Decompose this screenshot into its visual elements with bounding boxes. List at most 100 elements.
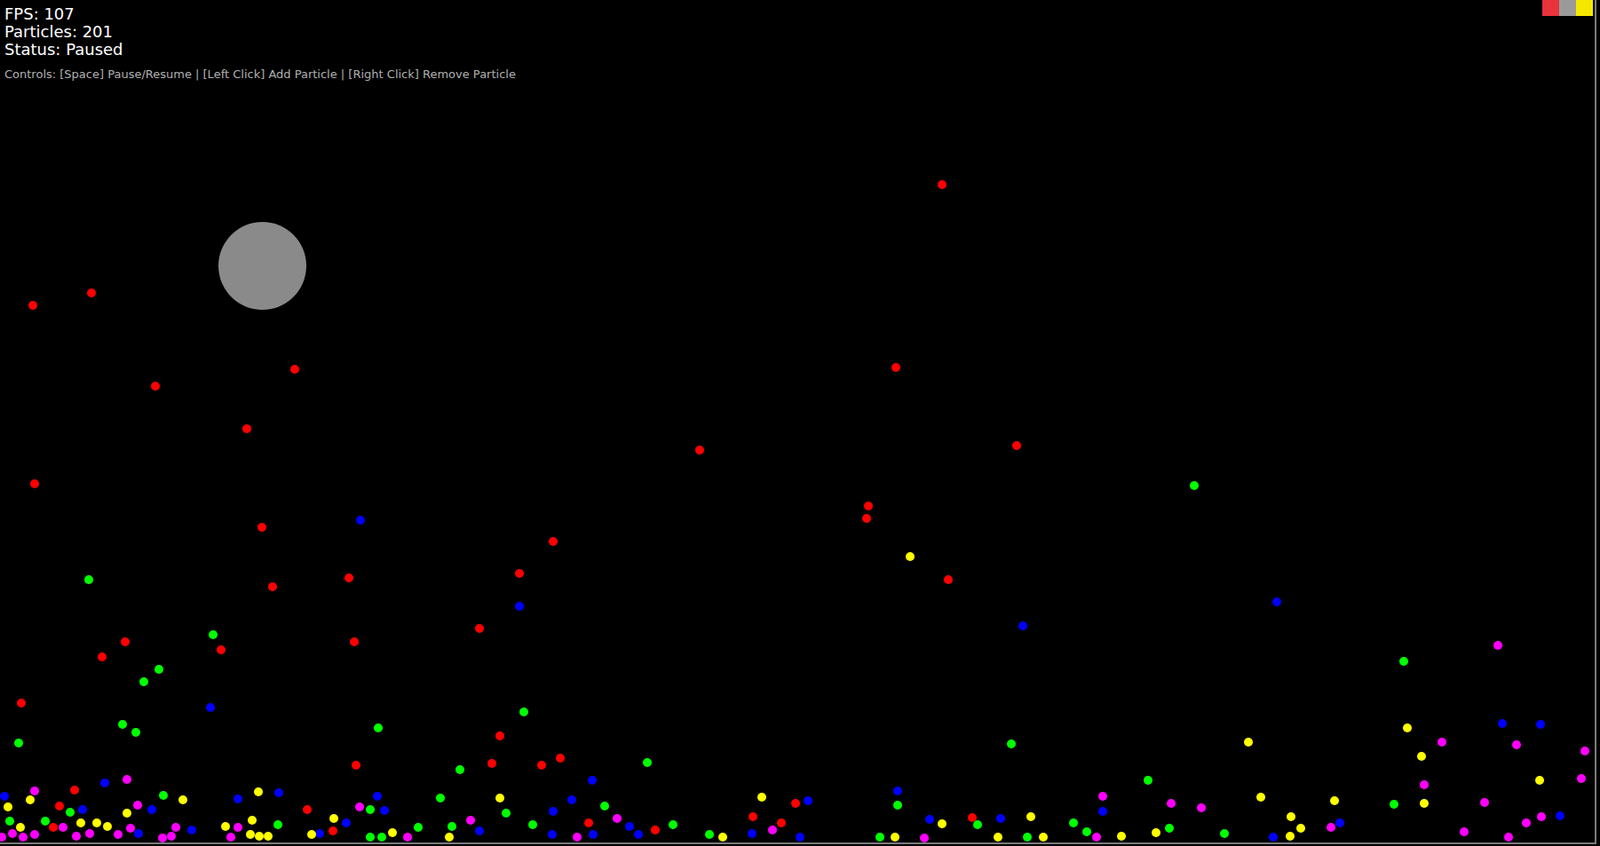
particle <box>48 823 58 832</box>
particle <box>1402 723 1412 733</box>
particle <box>475 826 484 836</box>
particle <box>791 799 800 808</box>
particle <box>158 833 167 843</box>
particle <box>16 698 26 708</box>
palette-swatch[interactable] <box>1576 0 1593 16</box>
particle <box>455 765 465 775</box>
particle <box>501 808 511 818</box>
particle <box>1082 827 1092 837</box>
obstacle-circle[interactable] <box>218 221 307 310</box>
particle <box>257 522 267 532</box>
particle <box>1419 780 1429 790</box>
particle <box>862 514 872 523</box>
particle <box>1012 441 1022 451</box>
particle <box>537 760 547 770</box>
particle <box>1219 829 1229 839</box>
particle <box>1335 818 1345 828</box>
particle <box>178 795 188 805</box>
particle <box>187 825 197 835</box>
particle <box>70 785 80 795</box>
particle <box>365 832 375 842</box>
particle <box>768 825 777 835</box>
particle <box>328 826 338 836</box>
particle <box>1399 657 1409 666</box>
particle <box>1116 831 1126 841</box>
particle <box>55 801 64 811</box>
particle <box>1493 641 1503 650</box>
particle <box>893 800 903 810</box>
particle <box>1022 832 1032 842</box>
particle <box>528 820 538 830</box>
particle-canvas[interactable] <box>0 0 1597 845</box>
particle <box>208 630 218 640</box>
particle <box>3 802 13 812</box>
particle <box>893 786 903 796</box>
particle <box>875 832 885 842</box>
particle <box>372 792 382 801</box>
particle <box>937 180 947 190</box>
particle <box>221 822 230 832</box>
particle <box>475 624 484 634</box>
controls-hint: Controls: [Space] Pause/Resume | [Left C… <box>4 67 1600 82</box>
particle <box>242 424 252 434</box>
particle <box>100 778 110 788</box>
particle <box>25 795 35 805</box>
particle <box>567 795 577 805</box>
palette-swatch[interactable] <box>1559 0 1577 16</box>
particle <box>1504 832 1513 842</box>
simulation-window: FPS: 107Particles: 201Status: PausedCont… <box>0 0 1600 846</box>
particle <box>216 645 226 655</box>
particle <box>158 791 168 800</box>
particle <box>150 381 160 391</box>
particle <box>356 515 365 525</box>
particle <box>85 829 95 839</box>
particle <box>78 805 88 815</box>
particle <box>349 637 359 647</box>
particle <box>1536 812 1546 822</box>
particle <box>668 820 678 830</box>
color-palette <box>1542 0 1593 16</box>
particle <box>1272 597 1282 607</box>
particle <box>718 832 728 842</box>
particle <box>776 818 786 828</box>
particle <box>139 677 149 687</box>
particle <box>274 788 284 798</box>
particle <box>1437 737 1447 747</box>
particle <box>1098 792 1108 801</box>
fps-counter: FPS: 107 <box>4 5 1600 24</box>
particle <box>102 822 112 832</box>
hud: FPS: 107Particles: 201Status: PausedCont… <box>0 0 1600 82</box>
particle <box>302 805 312 815</box>
status-label: Status: Paused <box>4 40 1600 59</box>
particle <box>154 665 164 674</box>
particle <box>30 786 40 796</box>
particle <box>380 806 389 816</box>
particle <box>1268 832 1278 842</box>
particle <box>996 814 1006 824</box>
particle <box>1536 720 1545 729</box>
particle <box>0 792 9 801</box>
particle <box>351 760 361 770</box>
particle <box>1006 739 1016 749</box>
particle <box>233 794 243 804</box>
particle <box>1189 481 1199 491</box>
particle <box>1417 752 1426 761</box>
particle <box>1038 832 1048 842</box>
particle <box>803 796 813 806</box>
particle <box>1296 823 1306 833</box>
palette-swatch[interactable] <box>1542 0 1560 16</box>
particle <box>466 815 476 825</box>
particle <box>447 822 457 832</box>
particle <box>555 753 565 763</box>
particle <box>133 800 143 810</box>
particle <box>65 807 75 817</box>
particle <box>413 823 423 832</box>
particle <box>131 728 141 737</box>
particle <box>1389 800 1399 809</box>
particle <box>344 573 354 583</box>
particle <box>1092 832 1101 842</box>
particle <box>355 802 365 812</box>
particle <box>1459 827 1469 837</box>
particle <box>1243 737 1253 747</box>
particle <box>1497 719 1507 729</box>
